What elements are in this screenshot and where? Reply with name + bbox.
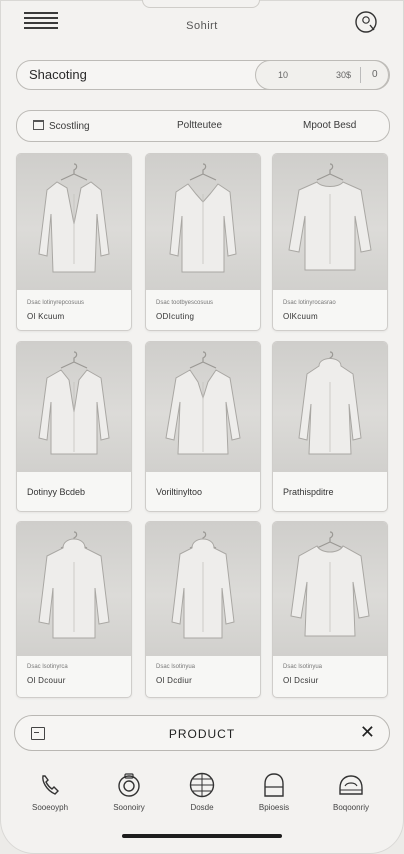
product-card[interactable]: Dotinyy Bcdeb <box>16 341 132 512</box>
nav-item-cloud[interactable]: Boqoonriy <box>313 772 389 812</box>
search-input[interactable]: Shacoting 10 30$ 0 <box>16 60 390 90</box>
price-range-field[interactable]: 10 30$ 0 <box>255 60 389 90</box>
product-name: Prathispditre <box>283 487 334 497</box>
product-image <box>146 342 260 472</box>
product-meta: Dsac lotinyrepcosuus <box>27 300 85 306</box>
phone-screen: Sohirt Shacoting 10 30$ 0 Scostling Polt… <box>0 0 404 854</box>
product-image <box>273 522 387 656</box>
product-meta: Dsac lsotinyua <box>156 664 196 670</box>
product-price: Ol Kcuum <box>27 312 65 321</box>
hanger-icon <box>60 351 88 369</box>
product-name: Voriltinyltoo <box>156 487 203 497</box>
range-max: 30$ <box>336 70 352 80</box>
filter-label: Poltteutee <box>177 120 223 131</box>
nav-item-globe[interactable]: Dosde <box>164 772 240 812</box>
nav-label: Soonoiry <box>113 803 145 812</box>
profile-icon[interactable] <box>354 10 378 34</box>
nav-label: Boqoonriy <box>332 803 370 812</box>
product-price: OlKcuum <box>283 312 318 321</box>
hanger-icon <box>316 163 344 181</box>
nav-label: Dosde <box>190 803 214 812</box>
product-card[interactable]: Dsac lsotinyrca Ol Dcouur <box>16 521 132 698</box>
range-divider <box>360 67 361 83</box>
product-card[interactable]: Dsac lotinyrepcosuus Ol Kcuum <box>16 153 132 331</box>
product-card[interactable]: Voriltinyltoo <box>145 341 261 512</box>
product-price: Ol Dcsiur <box>283 676 319 685</box>
hanger-icon <box>316 531 344 549</box>
nav-label: Bpioesis <box>258 803 290 812</box>
bottom-nav: Sooeoyph Soonoiry Dosde Bpioesis Boqoonr… <box>0 772 404 820</box>
product-image <box>146 522 260 656</box>
nav-item-phone[interactable]: Sooeoyph <box>12 772 88 812</box>
knit-sweater-icon <box>290 531 370 637</box>
product-card[interactable]: Dsac lsotinyua Ol Dcsiur <box>272 521 388 698</box>
bag-icon <box>264 773 284 797</box>
product-meta: Dsac tootbyescosuus <box>156 300 214 306</box>
page-title: Sohirt <box>186 20 218 32</box>
product-image <box>17 522 131 656</box>
nav-item-camera[interactable]: Soonoiry <box>91 772 167 812</box>
peacoat-icon <box>169 163 237 273</box>
product-card[interactable]: Prathispditre <box>272 341 388 512</box>
product-meta: Dsac lotinyrocasrao <box>283 300 336 306</box>
product-bar-label: PRODUCT <box>168 727 236 741</box>
cloud-icon <box>339 775 363 795</box>
filter-label: Mpoot Besd <box>303 120 357 131</box>
product-image <box>273 154 387 290</box>
product-name: Dotinyy Bcdeb <box>27 487 86 497</box>
product-price: Ol Dcouur <box>27 676 66 685</box>
hoodie-icon <box>38 531 110 639</box>
filter-bar: Scostling Poltteutee Mpoot Besd <box>16 110 390 142</box>
product-image <box>17 342 131 472</box>
filter-brand[interactable]: Mpoot Besd <box>303 120 356 131</box>
range-min: 10 <box>278 70 289 80</box>
product-card[interactable]: Dsac tootbyescosuus ODIcuting <box>145 153 261 331</box>
product-card[interactable]: Dsac lsotinyua Ol Dcdiur <box>145 521 261 698</box>
globe-icon <box>189 772 215 798</box>
coat-long-icon <box>38 163 110 273</box>
product-card[interactable]: Dsac lotinyrocasrao OlKcuum <box>272 153 388 331</box>
range-reset[interactable]: 0 <box>372 69 378 80</box>
search-value: Shacoting <box>29 67 87 82</box>
product-bar[interactable]: PRODUCT ✕ <box>14 715 390 751</box>
camera-icon <box>118 773 140 797</box>
product-meta: Dsac lsotinyrca <box>27 664 68 670</box>
sweater-icon <box>288 163 372 271</box>
product-image <box>273 342 387 472</box>
nav-item-bag[interactable]: Bpioesis <box>236 772 312 812</box>
parka-icon <box>298 351 362 455</box>
top-bar: Sohirt <box>0 0 404 50</box>
filter-label: Scostling <box>49 121 90 132</box>
close-button[interactable]: ✕ <box>360 722 375 743</box>
product-image <box>146 154 260 290</box>
product-price: ODIcuting <box>156 312 195 321</box>
phone-icon <box>42 775 59 795</box>
zip-hoodie-icon <box>171 531 235 639</box>
nav-label: Sooeoyph <box>31 803 69 812</box>
blazer-icon <box>38 351 110 455</box>
product-meta: Dsac lsotinyua <box>283 664 323 670</box>
filter-sort[interactable]: Scostling <box>33 120 90 132</box>
product-price: Ol Dcdiur <box>156 676 193 685</box>
product-image <box>17 154 131 290</box>
home-indicator <box>122 834 282 838</box>
filter-category[interactable]: Poltteutee <box>177 120 222 131</box>
hanger-icon <box>60 163 88 181</box>
hanger-icon <box>189 351 217 369</box>
hanger-icon <box>189 163 217 181</box>
filter-icon <box>33 120 44 130</box>
trench-icon <box>165 351 241 455</box>
